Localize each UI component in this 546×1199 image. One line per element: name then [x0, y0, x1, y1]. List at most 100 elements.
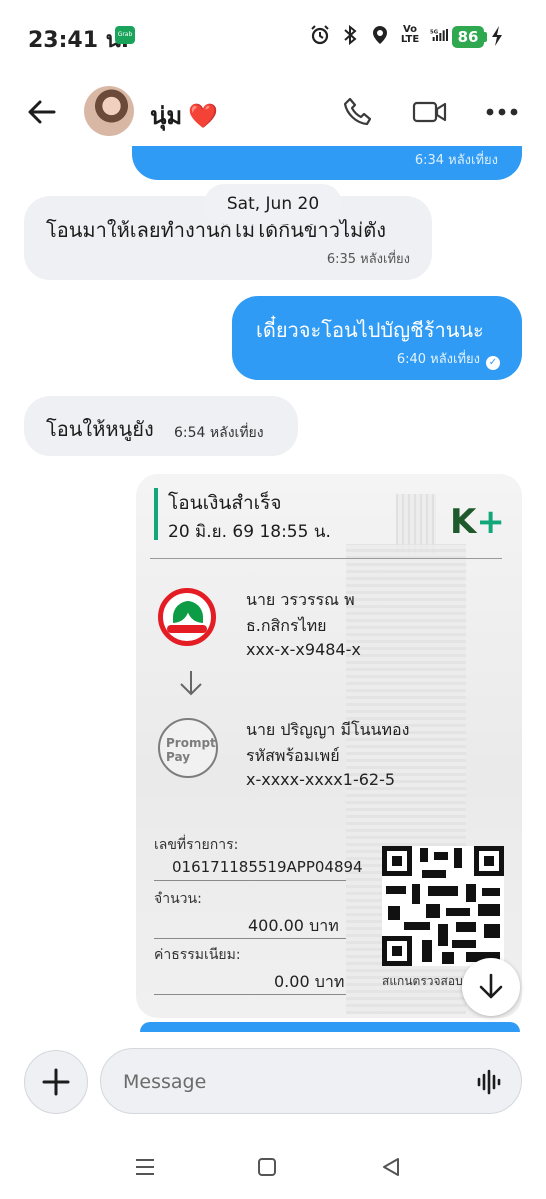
ref-underline [154, 880, 346, 881]
back-arrow-icon[interactable] [26, 96, 58, 132]
slip-divider [150, 558, 502, 559]
message-time: 6:54 หลังเที่ยง [174, 425, 264, 441]
fee-label: ค่าธรรมเนียม: [154, 947, 241, 963]
outgoing-message-bubble[interactable]: เดี๋ยวจะโอนไปบัญชีร้านนะ 6:40 หลังเที่ยง… [232, 296, 522, 380]
battery-tip [484, 32, 487, 42]
status-bar: 23:41 น. Grab Vo LTE 5G 86 [0, 0, 546, 76]
back-nav-icon[interactable] [376, 1152, 406, 1182]
sender-bank: ธ.กสิกรไทย [246, 616, 327, 635]
location-icon [370, 24, 390, 46]
outgoing-message-bubble[interactable]: 6:34 หลังเที่ยง [132, 146, 522, 180]
attach-button[interactable] [24, 1050, 88, 1114]
video-icon[interactable] [410, 92, 450, 132]
qr-code [382, 846, 504, 966]
arrow-down-icon [176, 668, 206, 702]
qr-module [438, 924, 448, 946]
plus-icon [42, 1068, 70, 1096]
incoming-message-bubble[interactable]: โอนให้หนูยัง 6:54 หลังเที่ยง [24, 396, 298, 456]
qr-module [456, 922, 476, 932]
heart-icon: ❤️ [188, 102, 219, 130]
qr-finder [382, 846, 412, 876]
date-separator: Sat, Jun 20 [204, 184, 342, 224]
amount-label: จำนวน: [154, 891, 202, 907]
message-time: 6:35 หลังเที่ยง [326, 252, 410, 267]
qr-module [466, 884, 476, 902]
phone-icon[interactable] [338, 92, 378, 132]
qr-module [404, 922, 430, 930]
sender-name: นาย วรวรรณ พ [246, 590, 355, 609]
chat-header: นุ่ม ❤️ [0, 76, 546, 146]
kplus-logo-plus: + [476, 502, 505, 542]
message-time: 6:40 หลังเที่ยง [396, 352, 480, 367]
system-nav-bar [0, 1130, 546, 1199]
kbank-logo [158, 588, 216, 646]
message-composer [0, 1036, 546, 1130]
grab-app-icon: Grab [115, 26, 135, 44]
qr-module [412, 884, 420, 904]
message-input-container[interactable] [100, 1048, 522, 1114]
qr-finder [382, 936, 412, 966]
read-check-icon: ✓ [486, 356, 500, 370]
receiver-name: นาย ปริญญา มีโนนทอง [246, 720, 410, 739]
qr-module [386, 886, 406, 894]
promptpay-logo-line1: Prompt [166, 736, 216, 750]
ref-value: 016171185519APP04894 [172, 858, 363, 876]
fee-value: 0.00 บาท [274, 972, 345, 991]
battery-level: 86 [452, 26, 484, 48]
message-input[interactable] [123, 1067, 463, 1097]
qr-finder [474, 846, 504, 876]
kplus-logo: K+ [450, 502, 505, 542]
kbank-leaf-right [187, 601, 203, 623]
scroll-to-bottom-button[interactable] [462, 958, 520, 1016]
qr-module [442, 952, 454, 964]
message-list[interactable]: 6:34 หลังเที่ยง Sat, Jun 20 โอนมาให้เลยท… [0, 146, 546, 1026]
slip-title: โอนเงินสำเร็จ [168, 492, 282, 514]
contact-avatar[interactable] [84, 86, 134, 136]
qr-module [452, 940, 476, 948]
message-text: เดี๋ยวจะโอนไปบัญชีร้านนะ [256, 318, 484, 342]
qr-module [482, 888, 500, 896]
qr-module [422, 940, 432, 962]
qr-module [426, 904, 440, 918]
arrow-down-icon [479, 973, 503, 999]
slip-datetime: 20 มิ.ย. 69 18:55 น. [168, 522, 331, 542]
bluetooth-icon [340, 24, 360, 46]
kbank-base [167, 625, 207, 633]
receiver-id-label: รหัสพร้อมเพย์ [246, 746, 340, 765]
qr-module [388, 906, 400, 920]
alarm-icon [310, 24, 330, 46]
promptpay-logo-line2: Pay [166, 750, 191, 764]
fee-underline [154, 994, 346, 995]
recent-apps-icon[interactable] [130, 1152, 160, 1182]
status-icons: Vo LTE 5G [310, 24, 450, 46]
qr-module [454, 848, 462, 868]
home-icon[interactable] [252, 1152, 282, 1182]
more-icon[interactable] [482, 92, 522, 132]
sender-account: xxx-x-x9484-x [246, 640, 361, 659]
qr-module [484, 924, 500, 938]
amount-value: 400.00 บาท [248, 916, 339, 935]
qr-module [428, 886, 458, 896]
message-text: โอนให้หนูยัง [46, 417, 154, 441]
qr-module [422, 870, 446, 878]
contact-name[interactable]: นุ่ม ❤️ [150, 96, 218, 135]
status-time: 23:41 น. [28, 28, 130, 53]
receiver-account: x-xxxx-xxxx1-62-5 [246, 770, 396, 789]
message-time: 6:34 หลังเที่ยง [414, 153, 498, 168]
qr-module [446, 908, 470, 916]
amount-underline [154, 938, 346, 939]
qr-module [420, 848, 428, 862]
slip-title-bar [154, 488, 158, 540]
svg-text:5G: 5G [430, 30, 438, 36]
message-time-read: 6:40 หลังเที่ยง ✓ [397, 348, 500, 370]
qr-module [434, 852, 448, 860]
voice-waveform-icon[interactable] [477, 1069, 501, 1099]
charging-icon [490, 25, 504, 51]
qr-module [478, 904, 500, 916]
kplus-logo-k: K [450, 502, 477, 542]
transfer-slip-image[interactable]: โอนเงินสำเร็จ 20 มิ.ย. 69 18:55 น. K+ นา… [136, 474, 522, 1018]
signal-5g-icon: 5G [430, 24, 450, 46]
volte-icon: Vo LTE [400, 24, 420, 45]
ref-label: เลขที่รายการ: [154, 837, 239, 853]
promptpay-logo: Prompt Pay [158, 718, 218, 778]
